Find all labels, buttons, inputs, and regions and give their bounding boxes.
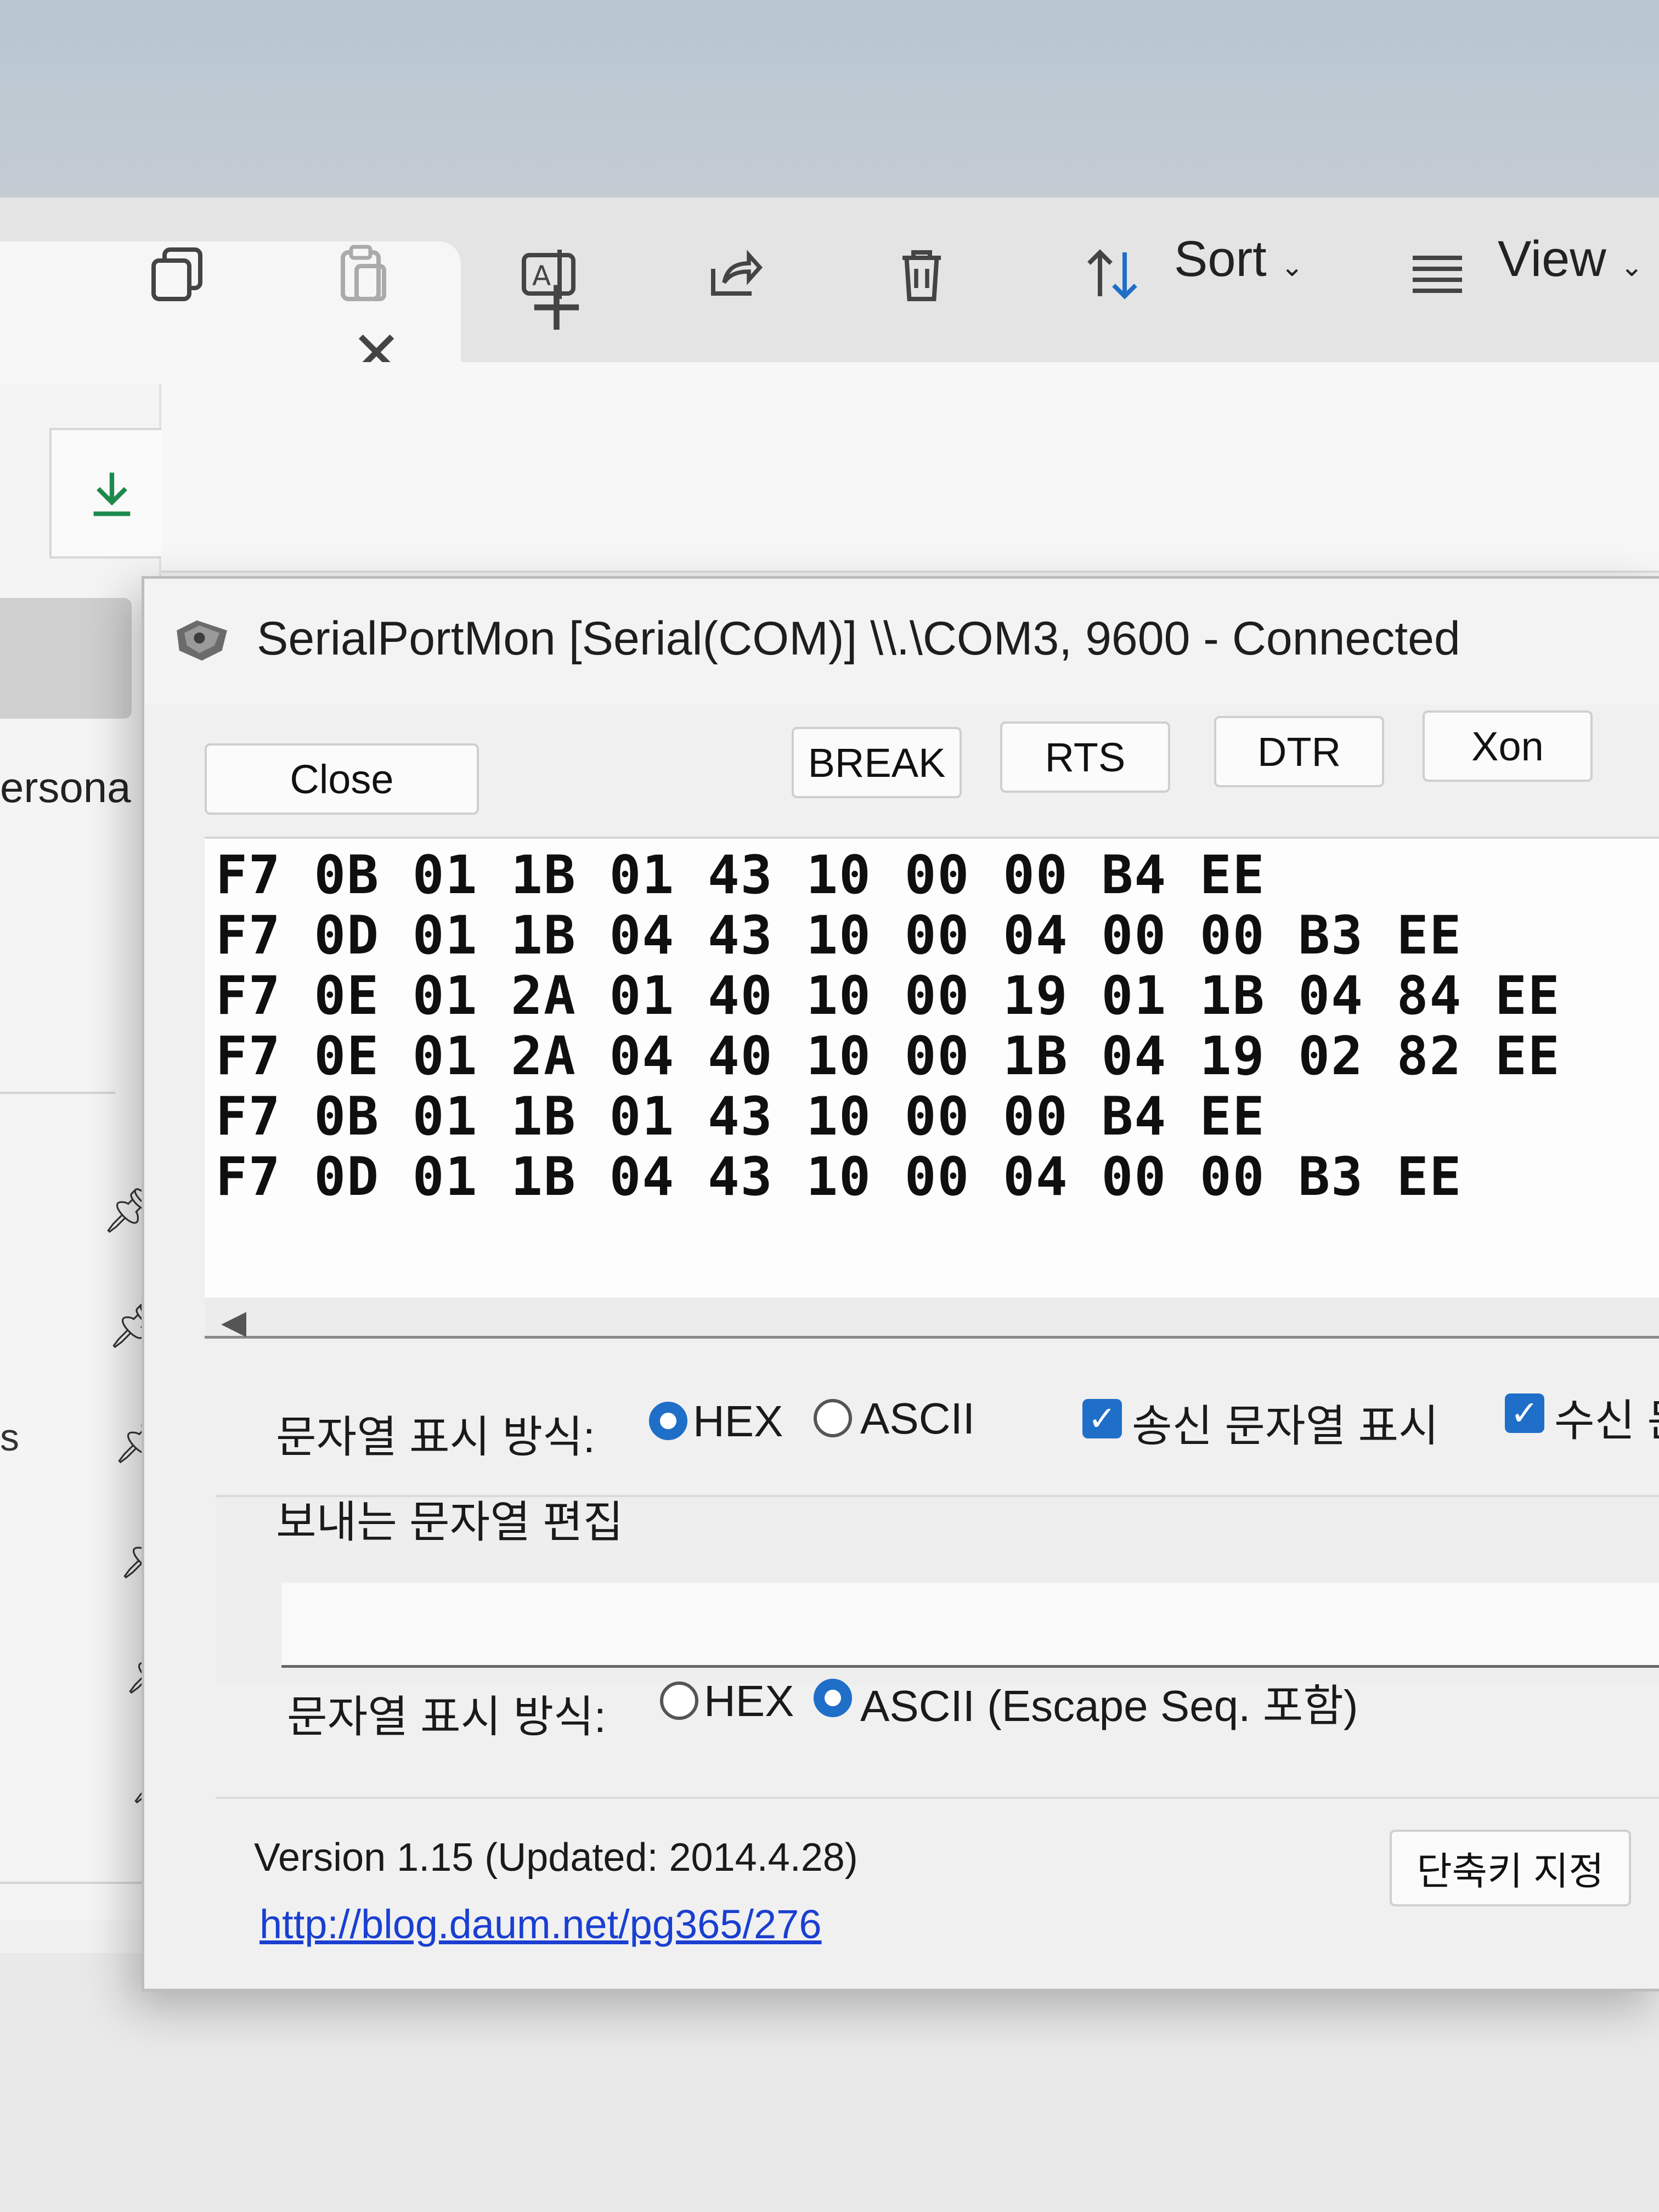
- output-line: F7 0D 01 1B 04 43 10 00 04 00 00 B3 EE: [216, 1146, 1463, 1207]
- show-sent-checkbox[interactable]: ✓: [1082, 1399, 1122, 1438]
- download-icon: [93, 472, 131, 516]
- sort-button[interactable]: Sort ⌄: [1174, 230, 1304, 288]
- title-bar[interactable]: SerialPortMon [Serial(COM)] \\.\COM3, 96…: [144, 579, 1659, 705]
- output-line: F7 0B 01 1B 01 43 10 00 00 B4 EE: [216, 844, 1266, 906]
- horizontal-scrollbar[interactable]: ◀: [205, 1297, 1659, 1341]
- output-line: F7 0E 01 2A 01 40 10 00 19 01 1B 04 84 E…: [216, 965, 1561, 1026]
- view-icon[interactable]: [1404, 241, 1470, 307]
- download-tile[interactable]: [49, 428, 161, 558]
- send-string-input[interactable]: [281, 1583, 1659, 1668]
- copy-icon[interactable]: [145, 241, 211, 307]
- delete-icon[interactable]: [889, 241, 955, 307]
- send-ascii-label[interactable]: ASCII (Escape Seq. 포함): [860, 1671, 1358, 1734]
- divider: [0, 1882, 165, 1884]
- send-ascii-radio[interactable]: [814, 1679, 852, 1717]
- break-button[interactable]: BREAK: [792, 727, 962, 798]
- sort-label: Sort: [1174, 231, 1267, 287]
- serialportmon-window: SerialPortMon [Serial(COM)] \\.\COM3, 96…: [142, 576, 1659, 1991]
- svg-text:A: A: [532, 260, 551, 292]
- rts-button[interactable]: RTS: [1000, 721, 1170, 793]
- receive-hex-radio[interactable]: [649, 1402, 687, 1440]
- scroll-left-arrow-icon[interactable]: ◀: [221, 1303, 246, 1341]
- output-line: F7 0B 01 1B 01 43 10 00 00 B4 EE: [216, 1086, 1266, 1147]
- rename-icon[interactable]: A: [518, 241, 584, 307]
- shortcut-settings-button[interactable]: 단축키 지정: [1390, 1830, 1631, 1906]
- receive-ascii-radio[interactable]: [814, 1399, 852, 1437]
- output-line: F7 0E 01 2A 04 40 10 00 1B 04 19 02 82 E…: [216, 1025, 1561, 1087]
- received-data-output[interactable]: F7 0B 01 1B 01 43 10 00 00 B4 EE F7 0D 0…: [205, 837, 1659, 1300]
- close-button[interactable]: Close: [205, 743, 479, 815]
- view-button[interactable]: View ⌄: [1498, 230, 1643, 288]
- homepage-link[interactable]: http://blog.daum.net/pg365/276: [259, 1901, 821, 1948]
- show-received-label[interactable]: 수신 문: [1554, 1385, 1659, 1449]
- receive-display-mode-label: 문자열 표시 방식:: [276, 1413, 595, 1462]
- receive-hex-label[interactable]: HEX: [693, 1396, 783, 1447]
- send-display-mode-label: 문자열 표시 방식:: [287, 1692, 606, 1741]
- chevron-down-icon: ⌄: [1620, 251, 1644, 282]
- selected-nav-item[interactable]: [0, 598, 132, 719]
- version-text: Version 1.15 (Updated: 2014.4.28): [254, 1836, 858, 1880]
- output-line: F7 0D 01 1B 04 43 10 00 04 00 00 B3 EE: [216, 905, 1463, 966]
- chevron-down-icon: ⌄: [1280, 251, 1304, 282]
- dtr-button[interactable]: DTR: [1214, 716, 1384, 787]
- receive-ascii-label[interactable]: ASCII: [860, 1393, 975, 1444]
- sort-icon[interactable]: [1081, 241, 1147, 307]
- command-bar: [0, 362, 1659, 573]
- send-edit-label: 보내는 문자열 편집: [276, 1498, 624, 1547]
- show-received-checkbox[interactable]: ✓: [1505, 1393, 1544, 1433]
- send-hex-radio[interactable]: [660, 1681, 698, 1720]
- divider: [216, 1797, 1659, 1799]
- xon-button[interactable]: Xon: [1423, 710, 1593, 782]
- app-icon: [177, 620, 227, 661]
- show-sent-label[interactable]: 송신 문자열 표시: [1132, 1391, 1439, 1454]
- paste-icon[interactable]: [332, 241, 398, 307]
- background-wall: [0, 0, 1659, 208]
- window-title: SerialPortMon [Serial(COM)] \\.\COM3, 96…: [257, 612, 1460, 665]
- explorer-content-area: [0, 1953, 1659, 2212]
- divider: [0, 1092, 115, 1094]
- share-icon[interactable]: [702, 241, 768, 307]
- nav-item-persona[interactable]: ersona: [0, 763, 131, 812]
- view-label: View: [1498, 231, 1606, 287]
- nav-item-fragment[interactable]: s: [0, 1415, 19, 1459]
- send-hex-label[interactable]: HEX: [704, 1676, 794, 1726]
